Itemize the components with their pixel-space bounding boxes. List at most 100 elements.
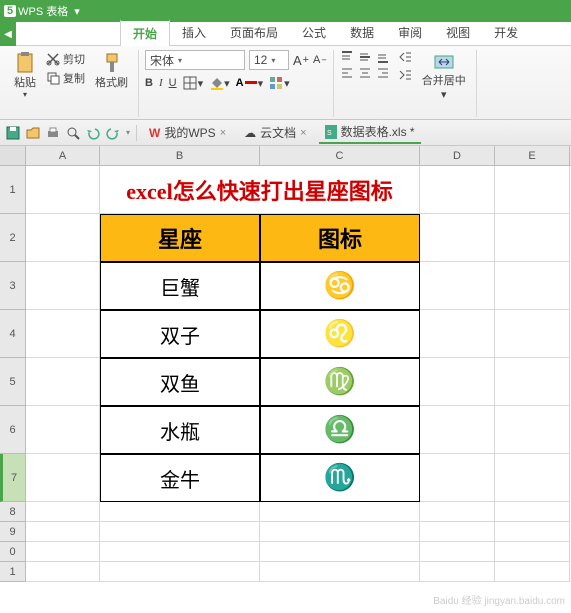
cut-button[interactable]: 剪切 bbox=[44, 50, 87, 68]
cell[interactable] bbox=[495, 406, 570, 454]
zodiac-name-cell[interactable]: 金牛 bbox=[100, 454, 260, 502]
col-header-A[interactable]: A bbox=[26, 146, 100, 165]
row-header-selected[interactable]: 7 bbox=[0, 454, 25, 502]
col-header-E[interactable]: E bbox=[495, 146, 570, 165]
cell[interactable] bbox=[420, 502, 495, 522]
select-all-corner[interactable] bbox=[0, 146, 26, 165]
doctab-cloud[interactable]: ☁ 云文档 × bbox=[238, 122, 312, 143]
zodiac-icon-cell[interactable]: ♍ bbox=[260, 358, 420, 406]
cell[interactable] bbox=[495, 262, 570, 310]
cell[interactable] bbox=[26, 406, 100, 454]
close-icon[interactable]: × bbox=[220, 127, 226, 139]
cell[interactable] bbox=[495, 214, 570, 262]
col-header-B[interactable]: B bbox=[100, 146, 260, 165]
cell[interactable] bbox=[100, 542, 260, 562]
col-header-D[interactable]: D bbox=[420, 146, 495, 165]
cell[interactable] bbox=[495, 454, 570, 502]
doctab-file[interactable]: S 数据表格.xls * bbox=[319, 121, 421, 144]
tab-layout[interactable]: 页面布局 bbox=[218, 20, 290, 45]
cell[interactable] bbox=[26, 358, 100, 406]
table-header-name[interactable]: 星座 bbox=[100, 214, 260, 262]
copy-button[interactable]: 复制 bbox=[44, 69, 87, 87]
cell[interactable] bbox=[420, 262, 495, 310]
cell[interactable] bbox=[420, 522, 495, 542]
row-header[interactable]: 0 bbox=[0, 542, 25, 562]
cell[interactable] bbox=[420, 562, 495, 582]
qat-redo-button[interactable] bbox=[106, 126, 120, 140]
tab-dev[interactable]: 开发 bbox=[482, 20, 530, 45]
decrease-indent-button[interactable] bbox=[398, 50, 412, 64]
cell[interactable] bbox=[26, 562, 100, 582]
font-name-combo[interactable]: 宋体▾ bbox=[145, 50, 245, 70]
row-header[interactable]: 3 bbox=[0, 262, 25, 310]
italic-button[interactable]: I bbox=[159, 77, 163, 89]
row-header[interactable]: 1 bbox=[0, 562, 25, 582]
zodiac-icon-cell[interactable]: ♎ bbox=[260, 406, 420, 454]
cell[interactable] bbox=[495, 522, 570, 542]
fill-color-button[interactable]: ▾ bbox=[209, 76, 230, 90]
tab-data[interactable]: 数据 bbox=[338, 20, 386, 45]
cell[interactable] bbox=[260, 502, 420, 522]
font-size-combo[interactable]: 12▾ bbox=[249, 50, 289, 70]
cell[interactable] bbox=[26, 214, 100, 262]
decrease-font-button[interactable]: A− bbox=[313, 54, 327, 66]
border-button[interactable]: ▾ bbox=[183, 76, 204, 90]
align-bottom-button[interactable] bbox=[376, 50, 392, 64]
cell[interactable] bbox=[495, 542, 570, 562]
qat-preview-button[interactable] bbox=[66, 126, 80, 140]
cell[interactable] bbox=[100, 502, 260, 522]
qat-open-button[interactable] bbox=[26, 126, 40, 140]
zodiac-name-cell[interactable]: 双鱼 bbox=[100, 358, 260, 406]
cell[interactable] bbox=[26, 166, 100, 214]
tab-start[interactable]: 开始 bbox=[120, 19, 170, 46]
qat-more-button[interactable]: ▾ bbox=[126, 128, 130, 137]
increase-font-button[interactable]: A+ bbox=[293, 53, 309, 68]
qat-undo-button[interactable] bbox=[86, 126, 100, 140]
row-header[interactable]: 1 bbox=[0, 166, 25, 214]
collapse-caret[interactable]: ◀ bbox=[0, 22, 16, 46]
cell[interactable] bbox=[495, 502, 570, 522]
zodiac-icon-cell[interactable]: ♋ bbox=[260, 262, 420, 310]
align-left-button[interactable] bbox=[340, 66, 356, 80]
cell[interactable] bbox=[260, 542, 420, 562]
cell[interactable] bbox=[495, 166, 570, 214]
cell[interactable] bbox=[100, 522, 260, 542]
table-header-icon[interactable]: 图标 bbox=[260, 214, 420, 262]
doctab-mywps[interactable]: W 我的WPS × bbox=[143, 122, 232, 143]
underline-button[interactable]: U bbox=[169, 77, 177, 89]
cell[interactable] bbox=[26, 502, 100, 522]
cell[interactable] bbox=[495, 562, 570, 582]
cell[interactable] bbox=[420, 214, 495, 262]
cell[interactable] bbox=[420, 166, 495, 214]
col-header-C[interactable]: C bbox=[260, 146, 420, 165]
title-cell[interactable]: excel怎么快速打出星座图标 bbox=[100, 166, 420, 214]
merge-center-button[interactable]: 合并居中▾ bbox=[418, 50, 470, 103]
row-header[interactable]: 6 bbox=[0, 406, 25, 454]
row-header[interactable]: 2 bbox=[0, 214, 25, 262]
align-middle-button[interactable] bbox=[358, 50, 374, 64]
zodiac-name-cell[interactable]: 巨蟹 bbox=[100, 262, 260, 310]
row-header[interactable]: 8 bbox=[0, 502, 25, 522]
align-right-button[interactable] bbox=[376, 66, 392, 80]
zodiac-icon-cell[interactable]: ♏ bbox=[260, 454, 420, 502]
zodiac-name-cell[interactable]: 双子 bbox=[100, 310, 260, 358]
app-menu-arrow[interactable]: ▾ bbox=[74, 5, 80, 18]
cell[interactable] bbox=[260, 562, 420, 582]
cell[interactable] bbox=[26, 454, 100, 502]
font-color-button[interactable]: A▾ bbox=[236, 77, 263, 90]
zodiac-name-cell[interactable]: 水瓶 bbox=[100, 406, 260, 454]
tab-view[interactable]: 视图 bbox=[434, 20, 482, 45]
row-header[interactable]: 5 bbox=[0, 358, 25, 406]
tab-insert[interactable]: 插入 bbox=[170, 20, 218, 45]
cell[interactable] bbox=[26, 262, 100, 310]
styles-button[interactable]: ▾ bbox=[269, 76, 290, 90]
cell[interactable] bbox=[26, 310, 100, 358]
cell[interactable] bbox=[420, 358, 495, 406]
qat-print-button[interactable] bbox=[46, 126, 60, 140]
cell[interactable] bbox=[420, 406, 495, 454]
format-painter-button[interactable]: 格式刷 bbox=[91, 50, 132, 101]
row-header[interactable]: 4 bbox=[0, 310, 25, 358]
zodiac-icon-cell[interactable]: ♌ bbox=[260, 310, 420, 358]
cell[interactable] bbox=[495, 358, 570, 406]
cell[interactable] bbox=[26, 522, 100, 542]
